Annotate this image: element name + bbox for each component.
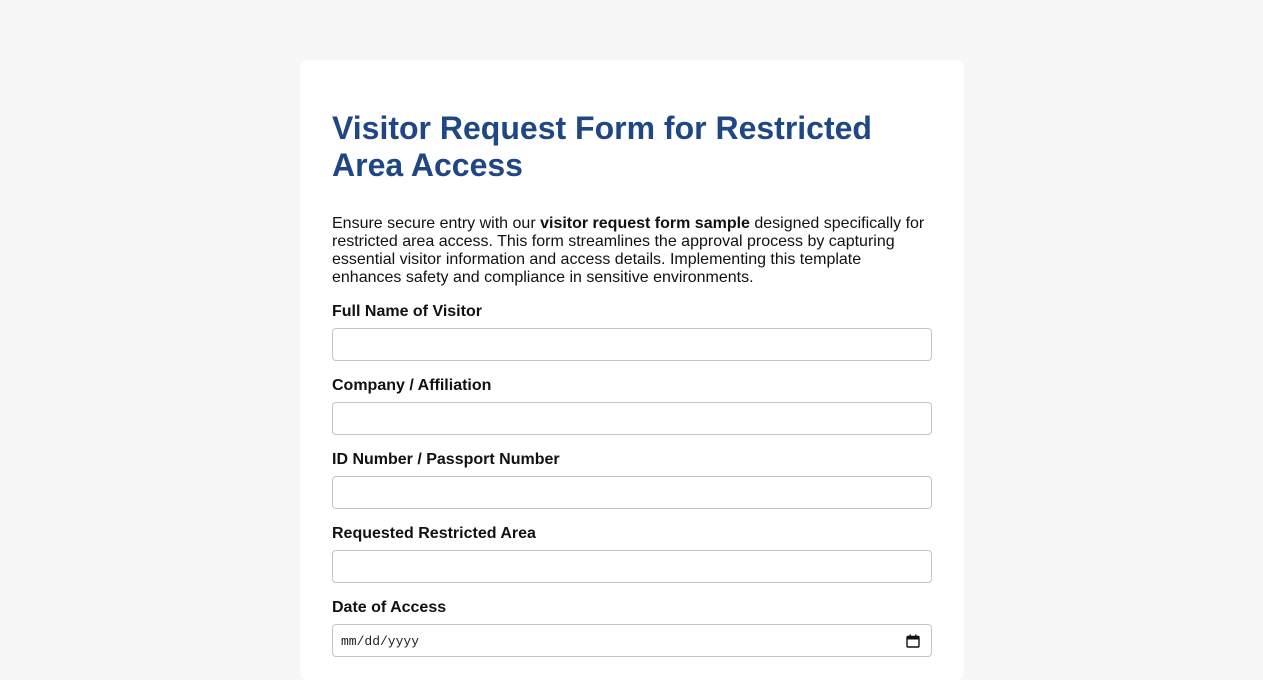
field-company: Company / Affiliation xyxy=(332,377,932,435)
company-label: Company / Affiliation xyxy=(332,377,492,394)
intro-text-emphasis: visitor request form sample xyxy=(540,215,750,232)
field-full-name: Full Name of Visitor xyxy=(332,303,932,361)
area-label: Requested Restricted Area xyxy=(332,525,536,542)
full-name-input[interactable] xyxy=(332,328,932,361)
id-number-input[interactable] xyxy=(332,476,932,509)
company-input[interactable] xyxy=(332,402,932,435)
date-input[interactable]: mm/dd/yyyy xyxy=(332,624,932,657)
calendar-icon[interactable] xyxy=(906,634,920,648)
date-placeholder: mm/dd/yyyy xyxy=(341,634,420,649)
page-title: Visitor Request Form for Restricted Area… xyxy=(332,110,872,183)
id-number-label: ID Number / Passport Number xyxy=(332,451,560,468)
form-card: Visitor Request Form for Restricted Area… xyxy=(300,60,964,680)
area-input[interactable] xyxy=(332,550,932,583)
date-label: Date of Access xyxy=(332,599,447,616)
field-id-number: ID Number / Passport Number xyxy=(332,451,932,509)
intro-text: Ensure secure entry with our visitor req… xyxy=(332,215,932,287)
full-name-label: Full Name of Visitor xyxy=(332,303,482,320)
field-area: Requested Restricted Area xyxy=(332,525,932,583)
field-date: Date of Access mm/dd/yyyy xyxy=(332,599,932,657)
intro-text-start: Ensure secure entry with our xyxy=(332,215,541,232)
